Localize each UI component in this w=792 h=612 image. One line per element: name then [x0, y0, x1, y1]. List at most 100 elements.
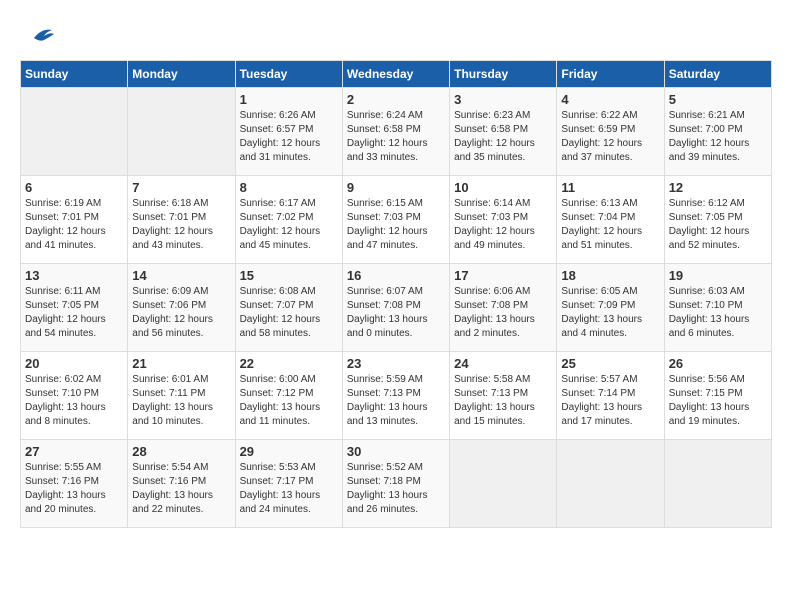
day-info: Sunrise: 6:09 AM Sunset: 7:06 PM Dayligh…	[132, 285, 230, 341]
calendar-cell: 11 Sunrise: 6:13 AM Sunset: 7:04 PM Dayli…	[557, 176, 664, 264]
calendar-cell: 27 Sunrise: 5:55 AM Sunset: 7:16 PM Dayli…	[21, 440, 128, 528]
day-number: 24	[454, 356, 552, 371]
day-number: 17	[454, 268, 552, 283]
day-info: Sunrise: 6:14 AM Sunset: 7:03 PM Dayligh…	[454, 197, 552, 253]
calendar-week-row: 13 Sunrise: 6:11 AM Sunset: 7:05 PM Dayli…	[21, 264, 772, 352]
day-info: Sunrise: 6:24 AM Sunset: 6:58 PM Dayligh…	[347, 109, 445, 165]
day-number: 9	[347, 180, 445, 195]
day-number: 16	[347, 268, 445, 283]
calendar-cell	[450, 440, 557, 528]
day-number: 29	[240, 444, 338, 459]
calendar-cell: 3 Sunrise: 6:23 AM Sunset: 6:58 PM Daylig…	[450, 88, 557, 176]
calendar-cell: 20 Sunrise: 6:02 AM Sunset: 7:10 PM Dayli…	[21, 352, 128, 440]
day-number: 18	[561, 268, 659, 283]
page-header	[20, 20, 772, 50]
day-number: 11	[561, 180, 659, 195]
calendar-week-row: 1 Sunrise: 6:26 AM Sunset: 6:57 PM Daylig…	[21, 88, 772, 176]
day-info: Sunrise: 5:58 AM Sunset: 7:13 PM Dayligh…	[454, 373, 552, 429]
day-info: Sunrise: 6:11 AM Sunset: 7:05 PM Dayligh…	[25, 285, 123, 341]
calendar-cell: 6 Sunrise: 6:19 AM Sunset: 7:01 PM Daylig…	[21, 176, 128, 264]
calendar-cell: 30 Sunrise: 5:52 AM Sunset: 7:18 PM Dayli…	[342, 440, 449, 528]
calendar-cell: 26 Sunrise: 5:56 AM Sunset: 7:15 PM Dayli…	[664, 352, 771, 440]
day-number: 30	[347, 444, 445, 459]
day-of-week-header: Friday	[557, 61, 664, 88]
day-of-week-header: Thursday	[450, 61, 557, 88]
calendar-cell: 18 Sunrise: 6:05 AM Sunset: 7:09 PM Dayli…	[557, 264, 664, 352]
day-info: Sunrise: 5:54 AM Sunset: 7:16 PM Dayligh…	[132, 461, 230, 517]
day-info: Sunrise: 6:26 AM Sunset: 6:57 PM Dayligh…	[240, 109, 338, 165]
day-number: 15	[240, 268, 338, 283]
day-info: Sunrise: 5:59 AM Sunset: 7:13 PM Dayligh…	[347, 373, 445, 429]
day-info: Sunrise: 6:05 AM Sunset: 7:09 PM Dayligh…	[561, 285, 659, 341]
day-info: Sunrise: 6:03 AM Sunset: 7:10 PM Dayligh…	[669, 285, 767, 341]
calendar-cell: 21Sunrise: 6:01 AM Sunset: 7:11 PM Dayli…	[128, 352, 235, 440]
day-info: Sunrise: 5:55 AM Sunset: 7:16 PM Dayligh…	[25, 461, 123, 517]
calendar-cell: 7 Sunrise: 6:18 AM Sunset: 7:01 PM Daylig…	[128, 176, 235, 264]
day-number: 4	[561, 92, 659, 107]
calendar-cell: 29 Sunrise: 5:53 AM Sunset: 7:17 PM Dayli…	[235, 440, 342, 528]
day-number: 26	[669, 356, 767, 371]
day-info: Sunrise: 6:02 AM Sunset: 7:10 PM Dayligh…	[25, 373, 123, 429]
day-number: 14	[132, 268, 230, 283]
day-number: 27	[25, 444, 123, 459]
day-of-week-header: Wednesday	[342, 61, 449, 88]
day-of-week-header: Monday	[128, 61, 235, 88]
calendar-cell: 5Sunrise: 6:21 AM Sunset: 7:00 PM Daylig…	[664, 88, 771, 176]
calendar-cell: 19Sunrise: 6:03 AM Sunset: 7:10 PM Dayli…	[664, 264, 771, 352]
day-number: 23	[347, 356, 445, 371]
day-info: Sunrise: 6:15 AM Sunset: 7:03 PM Dayligh…	[347, 197, 445, 253]
day-number: 8	[240, 180, 338, 195]
day-info: Sunrise: 5:53 AM Sunset: 7:17 PM Dayligh…	[240, 461, 338, 517]
day-info: Sunrise: 6:07 AM Sunset: 7:08 PM Dayligh…	[347, 285, 445, 341]
calendar-cell: 1 Sunrise: 6:26 AM Sunset: 6:57 PM Daylig…	[235, 88, 342, 176]
day-info: Sunrise: 6:01 AM Sunset: 7:11 PM Dayligh…	[132, 373, 230, 429]
day-number: 12	[669, 180, 767, 195]
calendar-cell: 17Sunrise: 6:06 AM Sunset: 7:08 PM Dayli…	[450, 264, 557, 352]
calendar-cell: 23 Sunrise: 5:59 AM Sunset: 7:13 PM Dayli…	[342, 352, 449, 440]
calendar-cell: 2 Sunrise: 6:24 AM Sunset: 6:58 PM Daylig…	[342, 88, 449, 176]
header-row: SundayMondayTuesdayWednesdayThursdayFrid…	[21, 61, 772, 88]
day-info: Sunrise: 6:19 AM Sunset: 7:01 PM Dayligh…	[25, 197, 123, 253]
day-number: 28	[132, 444, 230, 459]
calendar-cell: 12 Sunrise: 6:12 AM Sunset: 7:05 PM Dayli…	[664, 176, 771, 264]
calendar-week-row: 20 Sunrise: 6:02 AM Sunset: 7:10 PM Dayli…	[21, 352, 772, 440]
day-info: Sunrise: 5:52 AM Sunset: 7:18 PM Dayligh…	[347, 461, 445, 517]
day-number: 7	[132, 180, 230, 195]
calendar-cell	[664, 440, 771, 528]
calendar-cell: 22Sunrise: 6:00 AM Sunset: 7:12 PM Dayli…	[235, 352, 342, 440]
day-info: Sunrise: 6:13 AM Sunset: 7:04 PM Dayligh…	[561, 197, 659, 253]
day-number: 6	[25, 180, 123, 195]
calendar-cell	[21, 88, 128, 176]
day-number: 13	[25, 268, 123, 283]
calendar-cell: 16 Sunrise: 6:07 AM Sunset: 7:08 PM Dayli…	[342, 264, 449, 352]
day-number: 22	[240, 356, 338, 371]
calendar-table: SundayMondayTuesdayWednesdayThursdayFrid…	[20, 60, 772, 528]
day-info: Sunrise: 6:17 AM Sunset: 7:02 PM Dayligh…	[240, 197, 338, 253]
day-info: Sunrise: 5:56 AM Sunset: 7:15 PM Dayligh…	[669, 373, 767, 429]
day-of-week-header: Tuesday	[235, 61, 342, 88]
calendar-cell: 9 Sunrise: 6:15 AM Sunset: 7:03 PM Daylig…	[342, 176, 449, 264]
day-of-week-header: Sunday	[21, 61, 128, 88]
calendar-cell: 14 Sunrise: 6:09 AM Sunset: 7:06 PM Dayli…	[128, 264, 235, 352]
day-info: Sunrise: 5:57 AM Sunset: 7:14 PM Dayligh…	[561, 373, 659, 429]
day-number: 20	[25, 356, 123, 371]
day-info: Sunrise: 6:23 AM Sunset: 6:58 PM Dayligh…	[454, 109, 552, 165]
calendar-cell: 8 Sunrise: 6:17 AM Sunset: 7:02 PM Daylig…	[235, 176, 342, 264]
day-info: Sunrise: 6:18 AM Sunset: 7:01 PM Dayligh…	[132, 197, 230, 253]
calendar-week-row: 6 Sunrise: 6:19 AM Sunset: 7:01 PM Daylig…	[21, 176, 772, 264]
calendar-cell: 24 Sunrise: 5:58 AM Sunset: 7:13 PM Dayli…	[450, 352, 557, 440]
calendar-cell: 4Sunrise: 6:22 AM Sunset: 6:59 PM Daylig…	[557, 88, 664, 176]
logo	[20, 20, 54, 50]
logo-bird-icon	[24, 20, 54, 50]
day-number: 3	[454, 92, 552, 107]
day-number: 2	[347, 92, 445, 107]
day-info: Sunrise: 6:12 AM Sunset: 7:05 PM Dayligh…	[669, 197, 767, 253]
calendar-cell	[557, 440, 664, 528]
calendar-week-row: 27 Sunrise: 5:55 AM Sunset: 7:16 PM Dayli…	[21, 440, 772, 528]
day-number: 25	[561, 356, 659, 371]
calendar-cell: 15 Sunrise: 6:08 AM Sunset: 7:07 PM Dayli…	[235, 264, 342, 352]
day-number: 5	[669, 92, 767, 107]
calendar-cell: 10Sunrise: 6:14 AM Sunset: 7:03 PM Dayli…	[450, 176, 557, 264]
day-info: Sunrise: 6:08 AM Sunset: 7:07 PM Dayligh…	[240, 285, 338, 341]
day-number: 1	[240, 92, 338, 107]
